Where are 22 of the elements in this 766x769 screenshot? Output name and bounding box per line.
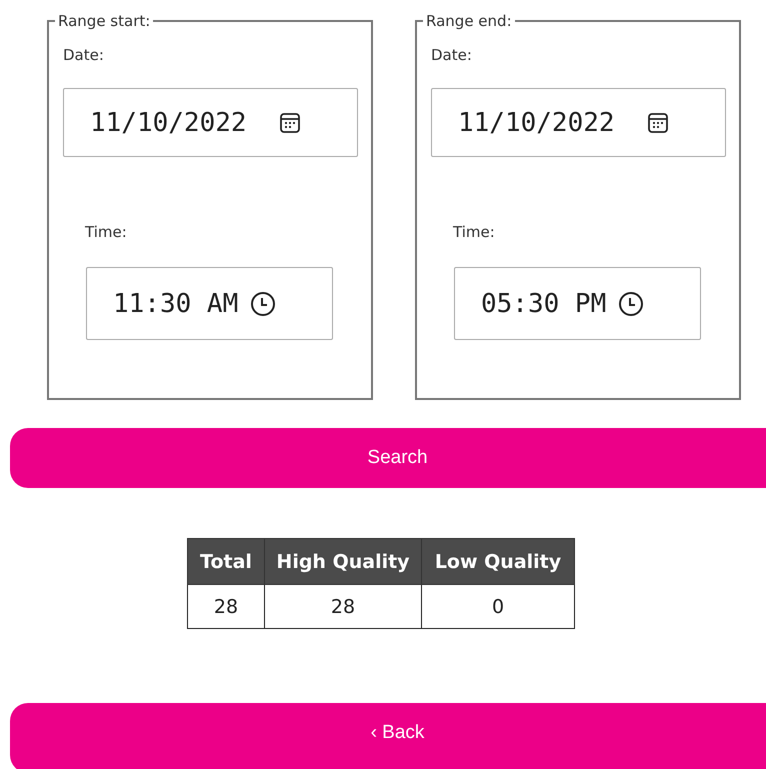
calendar-icon: [278, 112, 301, 134]
column-header: Low Quality: [422, 538, 574, 584]
time-field[interactable]: 11:30 AM: [86, 267, 333, 340]
field-label: Time:: [85, 223, 128, 241]
table-cell: 28: [188, 584, 264, 628]
column-header: Total: [188, 538, 264, 584]
field-label: Date:: [431, 46, 473, 64]
date-field[interactable]: 11/10/2022: [431, 88, 726, 157]
clock-icon: [250, 290, 276, 316]
search-button[interactable]: Search: [10, 428, 766, 488]
field-label: Date:: [63, 46, 105, 64]
table-cell: 28: [264, 584, 422, 628]
time-field[interactable]: 05:30 PM: [454, 267, 701, 340]
calendar-icon: [646, 112, 669, 134]
group-legend: Range start:: [55, 12, 154, 30]
date-field[interactable]: 11/10/2022: [63, 88, 358, 157]
group-legend: Range end:: [423, 12, 515, 30]
table-cell: 0: [422, 584, 574, 628]
column-header: High Quality: [264, 538, 422, 584]
back-button[interactable]: ‹ Back: [10, 703, 766, 769]
clock-icon: [618, 290, 644, 316]
field-label: Time:: [453, 223, 496, 241]
